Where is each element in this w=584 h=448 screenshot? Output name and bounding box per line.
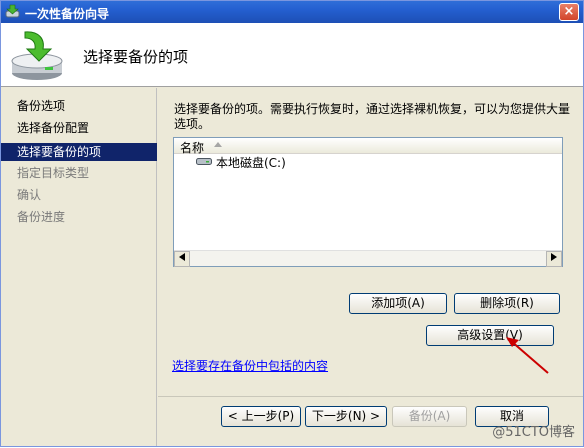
column-header-name[interactable]: 名称: [174, 138, 562, 155]
backup-wizard-icon: [11, 31, 63, 80]
close-button[interactable]: ×: [559, 3, 579, 21]
column-header-label: 名称: [180, 141, 205, 155]
backup-contents-link[interactable]: 选择要存在备份中包括的内容: [172, 357, 328, 374]
next-button[interactable]: 下一步(N) >: [305, 406, 387, 427]
step-description: 选择要备份的项。需要执行恢复时，通过选择裸机恢复，可以为您提供大量选项。: [174, 102, 571, 131]
scroll-left-button[interactable]: [174, 251, 190, 267]
nav-item-select-items[interactable]: 选择要备份的项: [1, 143, 157, 161]
list-item-label: 本地磁盘(C:): [216, 156, 286, 170]
footer-divider: [158, 396, 583, 397]
wizard-window: 一次性备份向导 × 选择要备份的项 备份选项 选择备份配置 选择要备份的项 指定…: [0, 0, 584, 447]
disk-icon: [196, 158, 212, 165]
nav-item-backup-options[interactable]: 备份选项: [1, 97, 157, 115]
scroll-left-icon: [179, 253, 185, 261]
backup-button: 备份(A): [392, 406, 467, 427]
sort-ascending-icon: [214, 142, 222, 147]
scroll-right-icon: [551, 253, 557, 261]
prev-button[interactable]: < 上一步(P): [221, 406, 301, 427]
nav-item-select-config[interactable]: 选择备份配置: [1, 119, 157, 137]
nav-item-confirm: 确认: [17, 188, 42, 202]
advanced-settings-button[interactable]: 高级设置(V): [426, 325, 554, 346]
remove-items-button[interactable]: 删除项(R): [454, 293, 560, 314]
items-list[interactable]: 名称 本地磁盘(C:): [173, 137, 563, 267]
wizard-steps: 备份选项 选择备份配置 选择要备份的项 指定目标类型 确认 备份进度: [1, 88, 157, 446]
scroll-right-button[interactable]: [546, 251, 562, 267]
close-icon: ×: [563, 4, 575, 19]
nav-item-backup-progress: 备份进度: [17, 210, 66, 224]
page-title: 选择要备份的项: [83, 48, 189, 66]
watermark: @51CTO博客: [492, 425, 575, 440]
wizard-header: 选择要备份的项: [1, 23, 583, 87]
add-items-button[interactable]: 添加项(A): [349, 293, 447, 314]
main-panel: 选择要备份的项。需要执行恢复时，通过选择裸机恢复，可以为您提供大量选项。 名称 …: [158, 88, 583, 446]
window-title: 一次性备份向导: [25, 7, 110, 21]
horizontal-scrollbar[interactable]: [174, 250, 562, 267]
title-bar[interactable]: 一次性备份向导 ×: [1, 1, 583, 23]
nav-item-destination-type: 指定目标类型: [17, 166, 90, 180]
backup-app-icon: [5, 4, 20, 18]
